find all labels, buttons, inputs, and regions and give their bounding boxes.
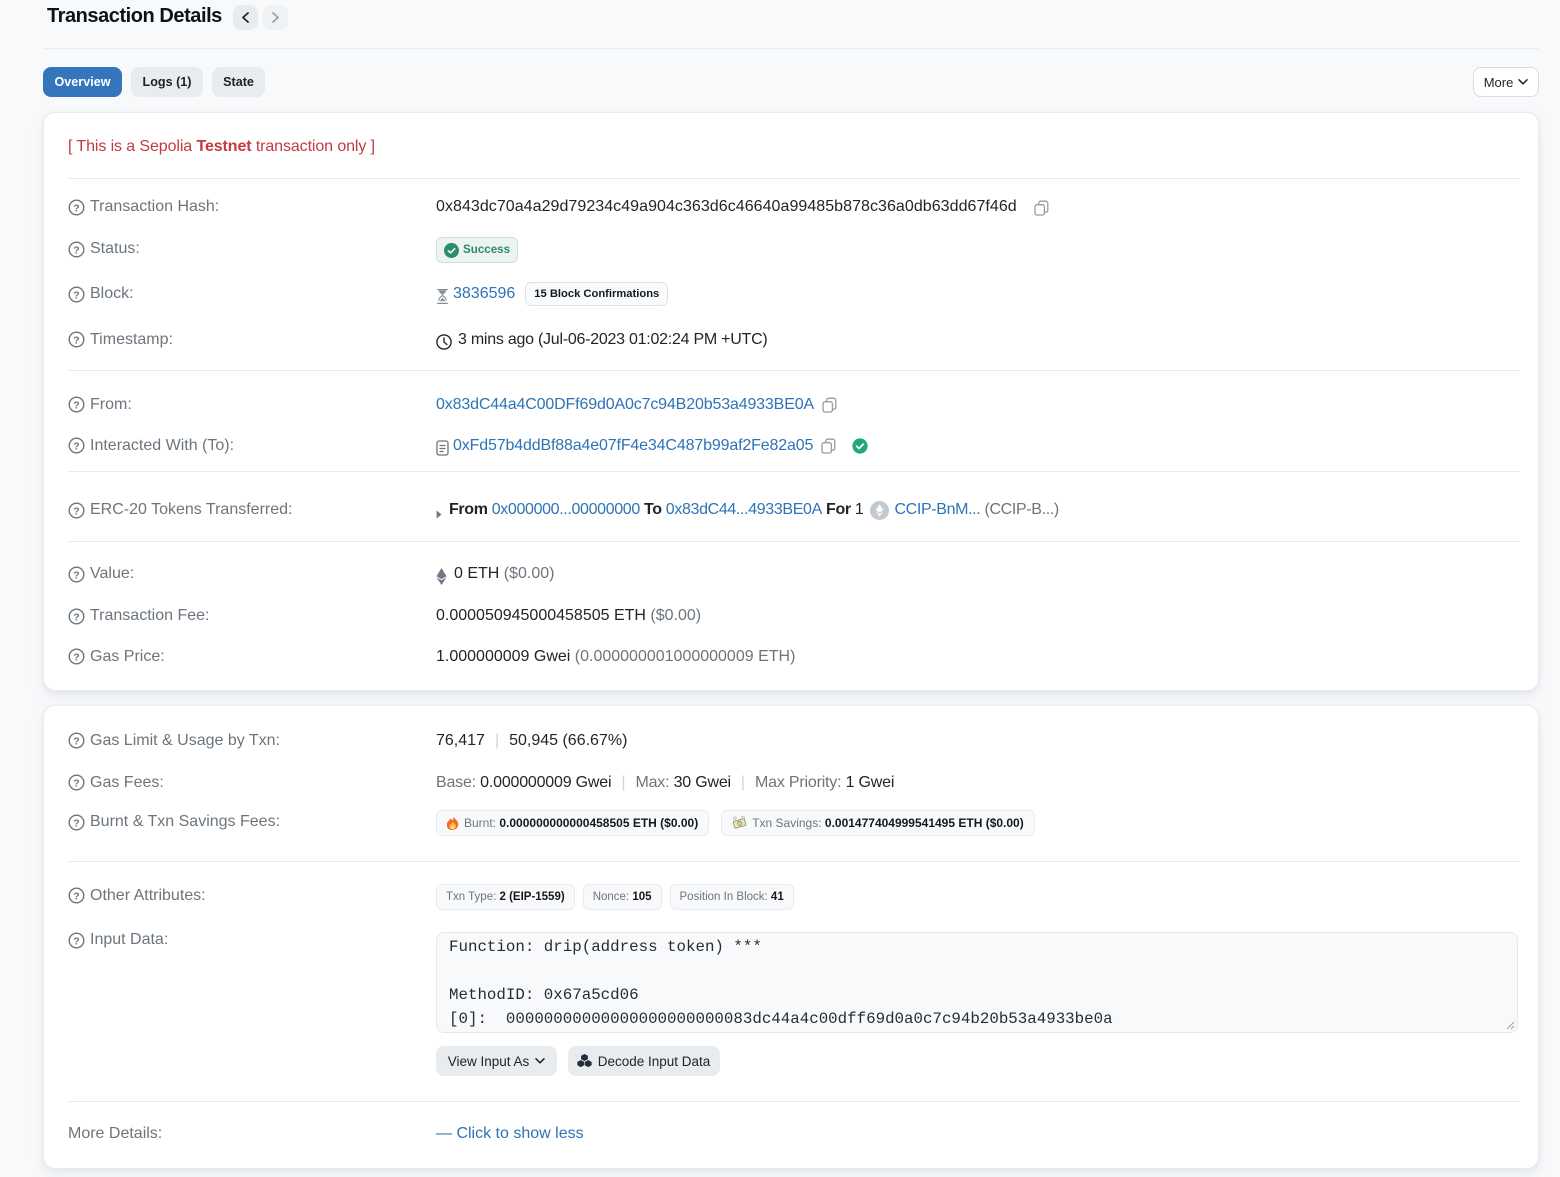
svg-text:?: ? (73, 289, 79, 301)
svg-text:?: ? (73, 244, 79, 256)
svg-text:?: ? (73, 611, 79, 623)
svg-text:?: ? (73, 651, 79, 663)
svg-text:?: ? (73, 505, 79, 517)
svg-text:?: ? (73, 440, 79, 452)
svg-text:?: ? (73, 202, 79, 214)
svg-text:?: ? (73, 735, 79, 747)
svg-text:?: ? (73, 777, 79, 789)
svg-text:?: ? (73, 935, 79, 947)
svg-text:?: ? (73, 817, 79, 829)
svg-text:?: ? (73, 890, 79, 902)
svg-text:?: ? (73, 569, 79, 581)
svg-text:?: ? (73, 334, 79, 346)
svg-text:?: ? (73, 399, 79, 411)
